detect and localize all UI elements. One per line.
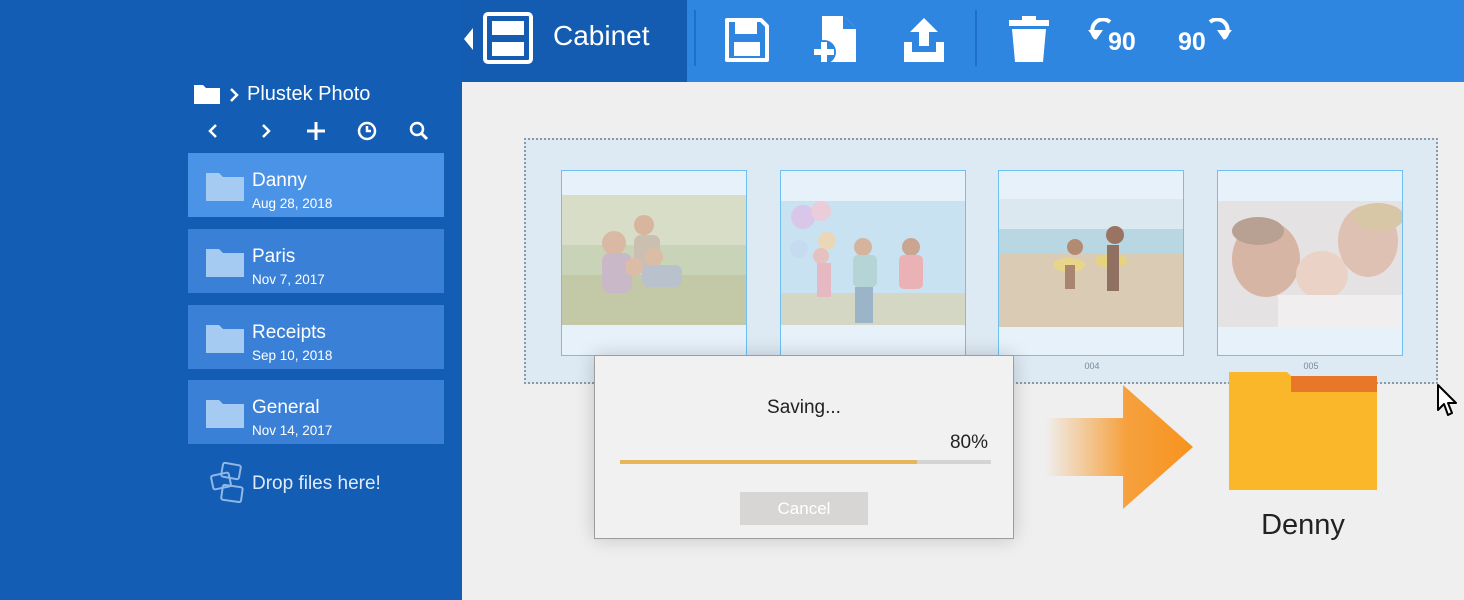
save-icon[interactable] xyxy=(721,14,773,66)
trash-icon[interactable] xyxy=(1003,14,1055,66)
new-file-icon[interactable] xyxy=(808,14,860,66)
back-icon[interactable] xyxy=(202,120,224,142)
add-icon[interactable] xyxy=(305,120,327,142)
folder-date: Aug 28, 2018 xyxy=(252,196,333,211)
photo-card[interactable] xyxy=(561,170,747,356)
rotate-right-label: 90 xyxy=(1178,28,1206,56)
breadcrumb-chevron-icon xyxy=(229,87,239,108)
folder-item-general[interactable]: General Nov 14, 2017 xyxy=(188,380,444,444)
folder-name: Danny xyxy=(252,170,307,191)
breadcrumb-label[interactable]: Plustek Photo xyxy=(247,83,370,106)
folder-icon xyxy=(206,398,244,433)
chevron-left-icon[interactable] xyxy=(464,28,474,55)
toolbar-divider xyxy=(975,10,977,66)
folder-date: Nov 14, 2017 xyxy=(252,423,333,438)
saving-dialog: Saving... 80% Cancel xyxy=(594,355,1014,539)
photo-card[interactable]: 005 xyxy=(1217,170,1403,371)
destination-folder-icon xyxy=(1229,372,1377,490)
destination-folder-label: Denny xyxy=(1261,509,1345,541)
folder-icon xyxy=(206,247,244,282)
toolbar-divider xyxy=(694,10,696,66)
folder-item-paris[interactable]: Paris Nov 7, 2017 xyxy=(188,229,444,293)
photo-card[interactable] xyxy=(780,170,966,356)
progress-fill xyxy=(620,460,917,464)
folder-date: Sep 10, 2018 xyxy=(252,348,333,363)
cancel-button-label: Cancel xyxy=(777,498,831,518)
upload-icon[interactable] xyxy=(898,14,950,66)
rotate-left-label: 90 xyxy=(1108,28,1136,56)
dialog-title: Saving... xyxy=(767,397,841,418)
cabinet-tab[interactable]: Cabinet xyxy=(462,0,687,82)
cabinet-label: Cabinet xyxy=(553,20,650,51)
progress-percent: 80% xyxy=(949,432,988,453)
baby-photo xyxy=(1218,201,1402,327)
folder-item-receipts[interactable]: Receipts Sep 10, 2018 xyxy=(188,305,444,369)
drop-label: Drop files here! xyxy=(252,473,381,494)
rotate-left-icon[interactable]: 90 xyxy=(1088,14,1146,66)
folder-item-danny[interactable]: Danny Aug 28, 2018 xyxy=(188,153,444,217)
folder-name: General xyxy=(252,397,320,418)
folder-name: Receipts xyxy=(252,322,326,343)
arrow-icon xyxy=(1045,385,1193,509)
drop-zone[interactable]: Drop files here! xyxy=(208,461,444,509)
folder-icon xyxy=(206,323,244,358)
history-icon[interactable] xyxy=(356,120,378,142)
forward-icon[interactable] xyxy=(255,120,277,142)
cancel-button[interactable]: Cancel xyxy=(740,492,868,525)
photos-icon xyxy=(208,461,246,509)
folder-name: Paris xyxy=(252,246,296,267)
folder-icon xyxy=(206,171,244,206)
cabinet-icon xyxy=(483,12,533,69)
search-icon[interactable] xyxy=(408,120,430,142)
cursor-icon xyxy=(1437,384,1457,416)
beach-photo xyxy=(999,199,1183,327)
photo-label: 004 xyxy=(1084,361,1100,371)
folder-date: Nov 7, 2017 xyxy=(252,272,325,287)
family-photo xyxy=(562,195,746,325)
progress-track xyxy=(620,460,991,464)
folder-icon xyxy=(194,83,220,109)
photo-card[interactable]: 004 xyxy=(998,170,1184,371)
balloons-photo xyxy=(781,201,965,325)
rotate-right-icon[interactable]: 90 xyxy=(1176,14,1234,66)
